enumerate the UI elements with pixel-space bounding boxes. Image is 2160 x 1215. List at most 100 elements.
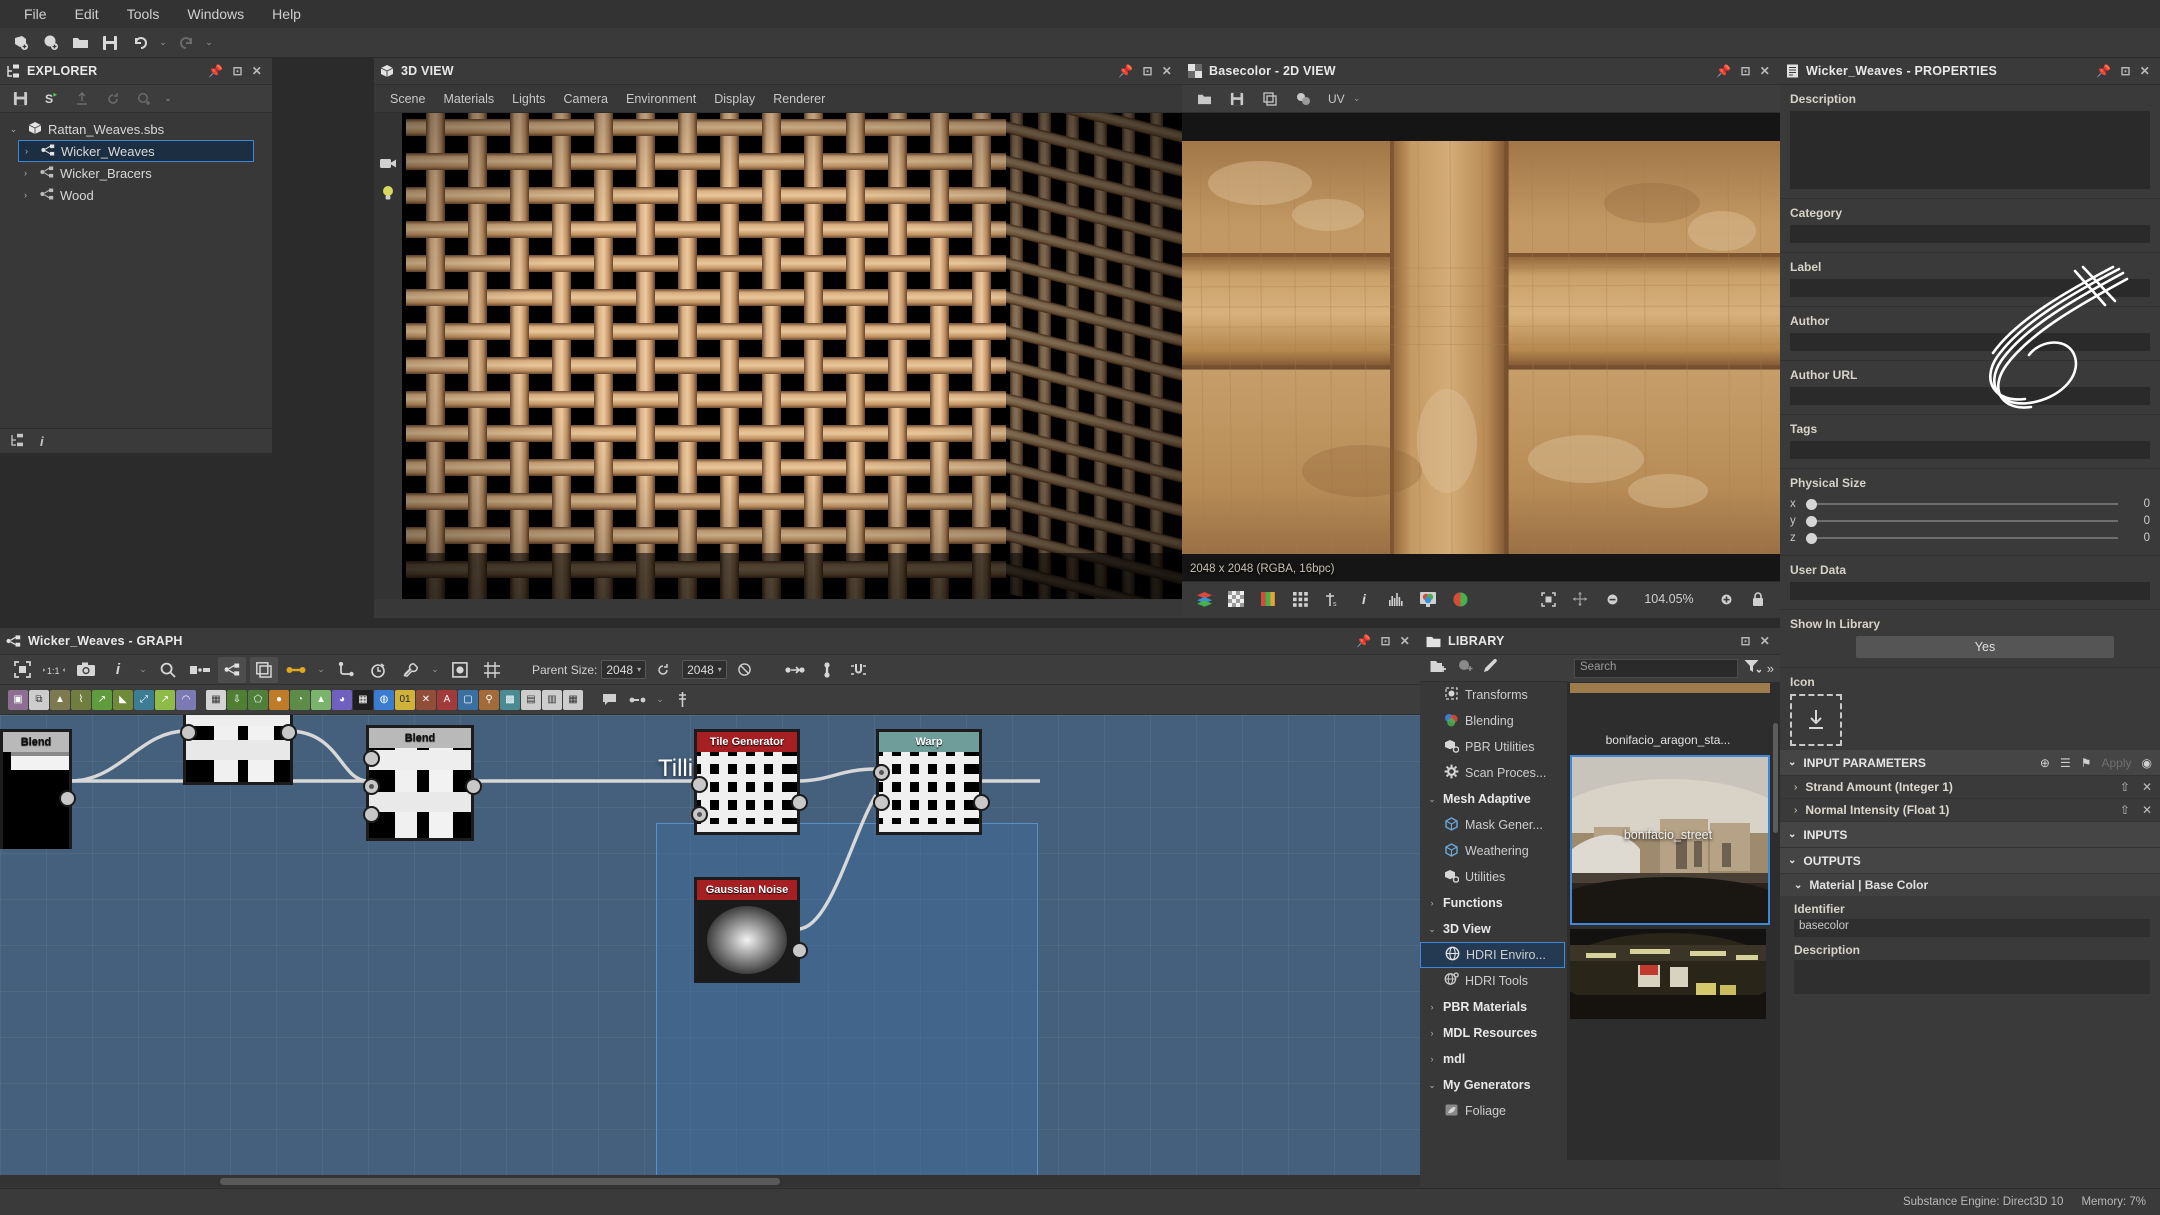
chevron-right-icon[interactable]: › (1426, 1054, 1438, 1064)
menu-windows[interactable]: Windows (173, 0, 258, 28)
library-item-mask-generators[interactable]: Mask Gener... (1420, 812, 1567, 838)
pan-icon[interactable] (1566, 586, 1594, 612)
lock-icon[interactable] (1744, 586, 1772, 612)
hierarchy-icon[interactable] (10, 433, 24, 450)
chevron-right-icon[interactable]: › (1794, 782, 1797, 793)
zoom-out-icon[interactable] (1598, 586, 1626, 612)
physical-size-x-slider[interactable] (1806, 497, 2118, 511)
node-output-port[interactable] (791, 942, 808, 959)
close-icon[interactable]: ✕ (1162, 64, 1172, 78)
fit-image-icon[interactable] (1534, 586, 1562, 612)
close-icon[interactable]: ✕ (1760, 634, 1770, 648)
menu-help[interactable]: Help (258, 0, 315, 28)
palette-normal-icon[interactable]: ▲ (311, 690, 331, 710)
palette-copy-icon[interactable]: ⧉ (29, 690, 49, 710)
library-item-pbr-utilities[interactable]: PBR Utilities (1420, 734, 1567, 760)
visibility-icon[interactable]: ◉ (2142, 756, 2152, 770)
maximize-icon[interactable]: ⊡ (1142, 64, 1152, 78)
search-input[interactable]: Search (1574, 659, 1738, 678)
palette-black-icon[interactable]: ▦ (353, 690, 373, 710)
link-creation-dropdown-icon[interactable]: ⌄ (314, 664, 328, 675)
view2d-viewport[interactable]: 2048 x 2048 (RGBA, 16bpc) (1182, 113, 1780, 581)
graph-node-tile-generator[interactable]: Tile Generator (694, 729, 800, 835)
parameter-preset-icon[interactable]: ⚑ (2081, 756, 2092, 770)
library-item-transforms[interactable]: Transforms (1420, 682, 1567, 708)
export-parameter-icon[interactable]: ⇧ (2120, 780, 2130, 794)
library-group-functions[interactable]: › Functions (1420, 890, 1567, 916)
new-graph-icon[interactable] (36, 30, 64, 56)
library-item-hdri-environments[interactable]: HDRI Enviro... (1420, 942, 1565, 968)
align-icon[interactable] (478, 657, 506, 683)
graph-node-blend-2[interactable] (183, 715, 293, 785)
palette-blur-icon[interactable]: ◠ (176, 690, 196, 710)
node-input-port-3[interactable] (363, 806, 380, 823)
screenshot-icon[interactable] (72, 657, 100, 683)
palette-function-icon[interactable]: 01 (395, 690, 415, 710)
chevron-down-icon[interactable]: ⌄ (1788, 855, 1796, 866)
color-wheel-icon[interactable] (1446, 586, 1474, 612)
parent-size-width-reset-icon[interactable] (650, 657, 678, 683)
light-icon[interactable] (381, 185, 395, 204)
palette-pin-icon[interactable]: ⚲ (479, 690, 499, 710)
parent-size-width-select[interactable]: 2048 ▾ (601, 660, 646, 679)
histogram-icon[interactable] (1382, 586, 1410, 612)
camera-icon[interactable] (380, 157, 397, 173)
show-in-library-toggle[interactable]: Yes (1856, 636, 2114, 658)
pin-icon[interactable]: 📌 (2096, 64, 2111, 78)
remove-parameter-icon[interactable]: ✕ (2142, 780, 2152, 794)
pin-icon[interactable]: 📌 (1118, 64, 1133, 78)
graph-node-gaussian-noise[interactable]: Gaussian Noise (694, 877, 800, 983)
chevron-right-icon[interactable]: › (18, 168, 33, 178)
graph-comment-icon[interactable] (595, 687, 623, 713)
zoom-1to1-icon[interactable]: 1:1 (40, 657, 68, 683)
uv-label[interactable]: UV (1328, 92, 1345, 106)
reroute-icon[interactable] (332, 657, 360, 683)
palette-directional-icon[interactable]: ↗ (155, 690, 175, 710)
library-item-blending[interactable]: Blending (1420, 708, 1567, 734)
library-group-mesh-adaptive[interactable]: ⌄ Mesh Adaptive (1420, 786, 1567, 812)
explorer-toolbar-dropdown-icon[interactable]: ⌄ (161, 93, 175, 104)
close-icon[interactable]: ✕ (1400, 634, 1410, 648)
redo-dropdown-icon[interactable]: ⌄ (202, 37, 216, 48)
undo-icon[interactable] (126, 30, 154, 56)
output-description-input[interactable] (1794, 960, 2150, 994)
library-group-3d-view[interactable]: ⌄ 3D View (1420, 916, 1567, 942)
physical-size-z-slider[interactable] (1806, 531, 2118, 545)
redo-icon[interactable] (172, 30, 200, 56)
add-parameter-icon[interactable]: ⊕ (2040, 756, 2050, 770)
tags-input[interactable] (1790, 441, 2150, 459)
maximize-icon[interactable]: ⊡ (2120, 64, 2130, 78)
publish-sbsar-icon[interactable]: S (37, 86, 65, 112)
link-distance-icon[interactable] (781, 657, 809, 683)
view3d-menu-display[interactable]: Display (714, 92, 755, 106)
library-group-mdl[interactable]: › mdl (1420, 1046, 1567, 1072)
info-icon[interactable]: i (1350, 586, 1378, 612)
section-outputs[interactable]: ⌄ OUTPUTS (1780, 848, 2160, 874)
graph-node-icon[interactable] (218, 657, 246, 683)
menu-file[interactable]: File (10, 0, 61, 28)
node-input-port[interactable] (180, 724, 197, 741)
new-folder-icon[interactable] (1430, 659, 1447, 678)
library-scrollbar[interactable] (1773, 723, 1778, 833)
node-input-port-2[interactable] (363, 778, 380, 795)
author-url-input[interactable] (1790, 387, 2150, 405)
new-item-icon[interactable] (1457, 659, 1473, 678)
save-icon[interactable] (96, 30, 124, 56)
channels-icon[interactable] (1289, 86, 1317, 112)
palette-value-icon[interactable]: ▦ (563, 690, 583, 710)
chevron-down-icon[interactable]: ⌄ (6, 124, 21, 135)
view3d-menu-renderer[interactable]: Renderer (773, 92, 825, 106)
more-icon[interactable]: » (1767, 661, 1774, 676)
parent-size-height-reset-icon[interactable] (731, 657, 759, 683)
close-icon[interactable]: ✕ (2140, 64, 2150, 78)
library-group-pbr-materials[interactable]: › PBR Materials (1420, 994, 1567, 1020)
node-output-port[interactable] (973, 794, 990, 811)
output-preview-icon[interactable] (446, 657, 474, 683)
tree-item-wood[interactable]: › Wood (0, 184, 272, 206)
identifier-value[interactable]: basecolor (1794, 919, 2150, 937)
export-parameter-icon[interactable]: ⇧ (2120, 803, 2130, 817)
parameter-list-icon[interactable]: ☰ (2060, 756, 2071, 770)
library-group-my-generators[interactable]: ⌄ My Generators (1420, 1072, 1567, 1098)
chevron-down-icon[interactable]: ⌄ (1426, 1080, 1438, 1091)
fit-graph-icon[interactable] (8, 657, 36, 683)
